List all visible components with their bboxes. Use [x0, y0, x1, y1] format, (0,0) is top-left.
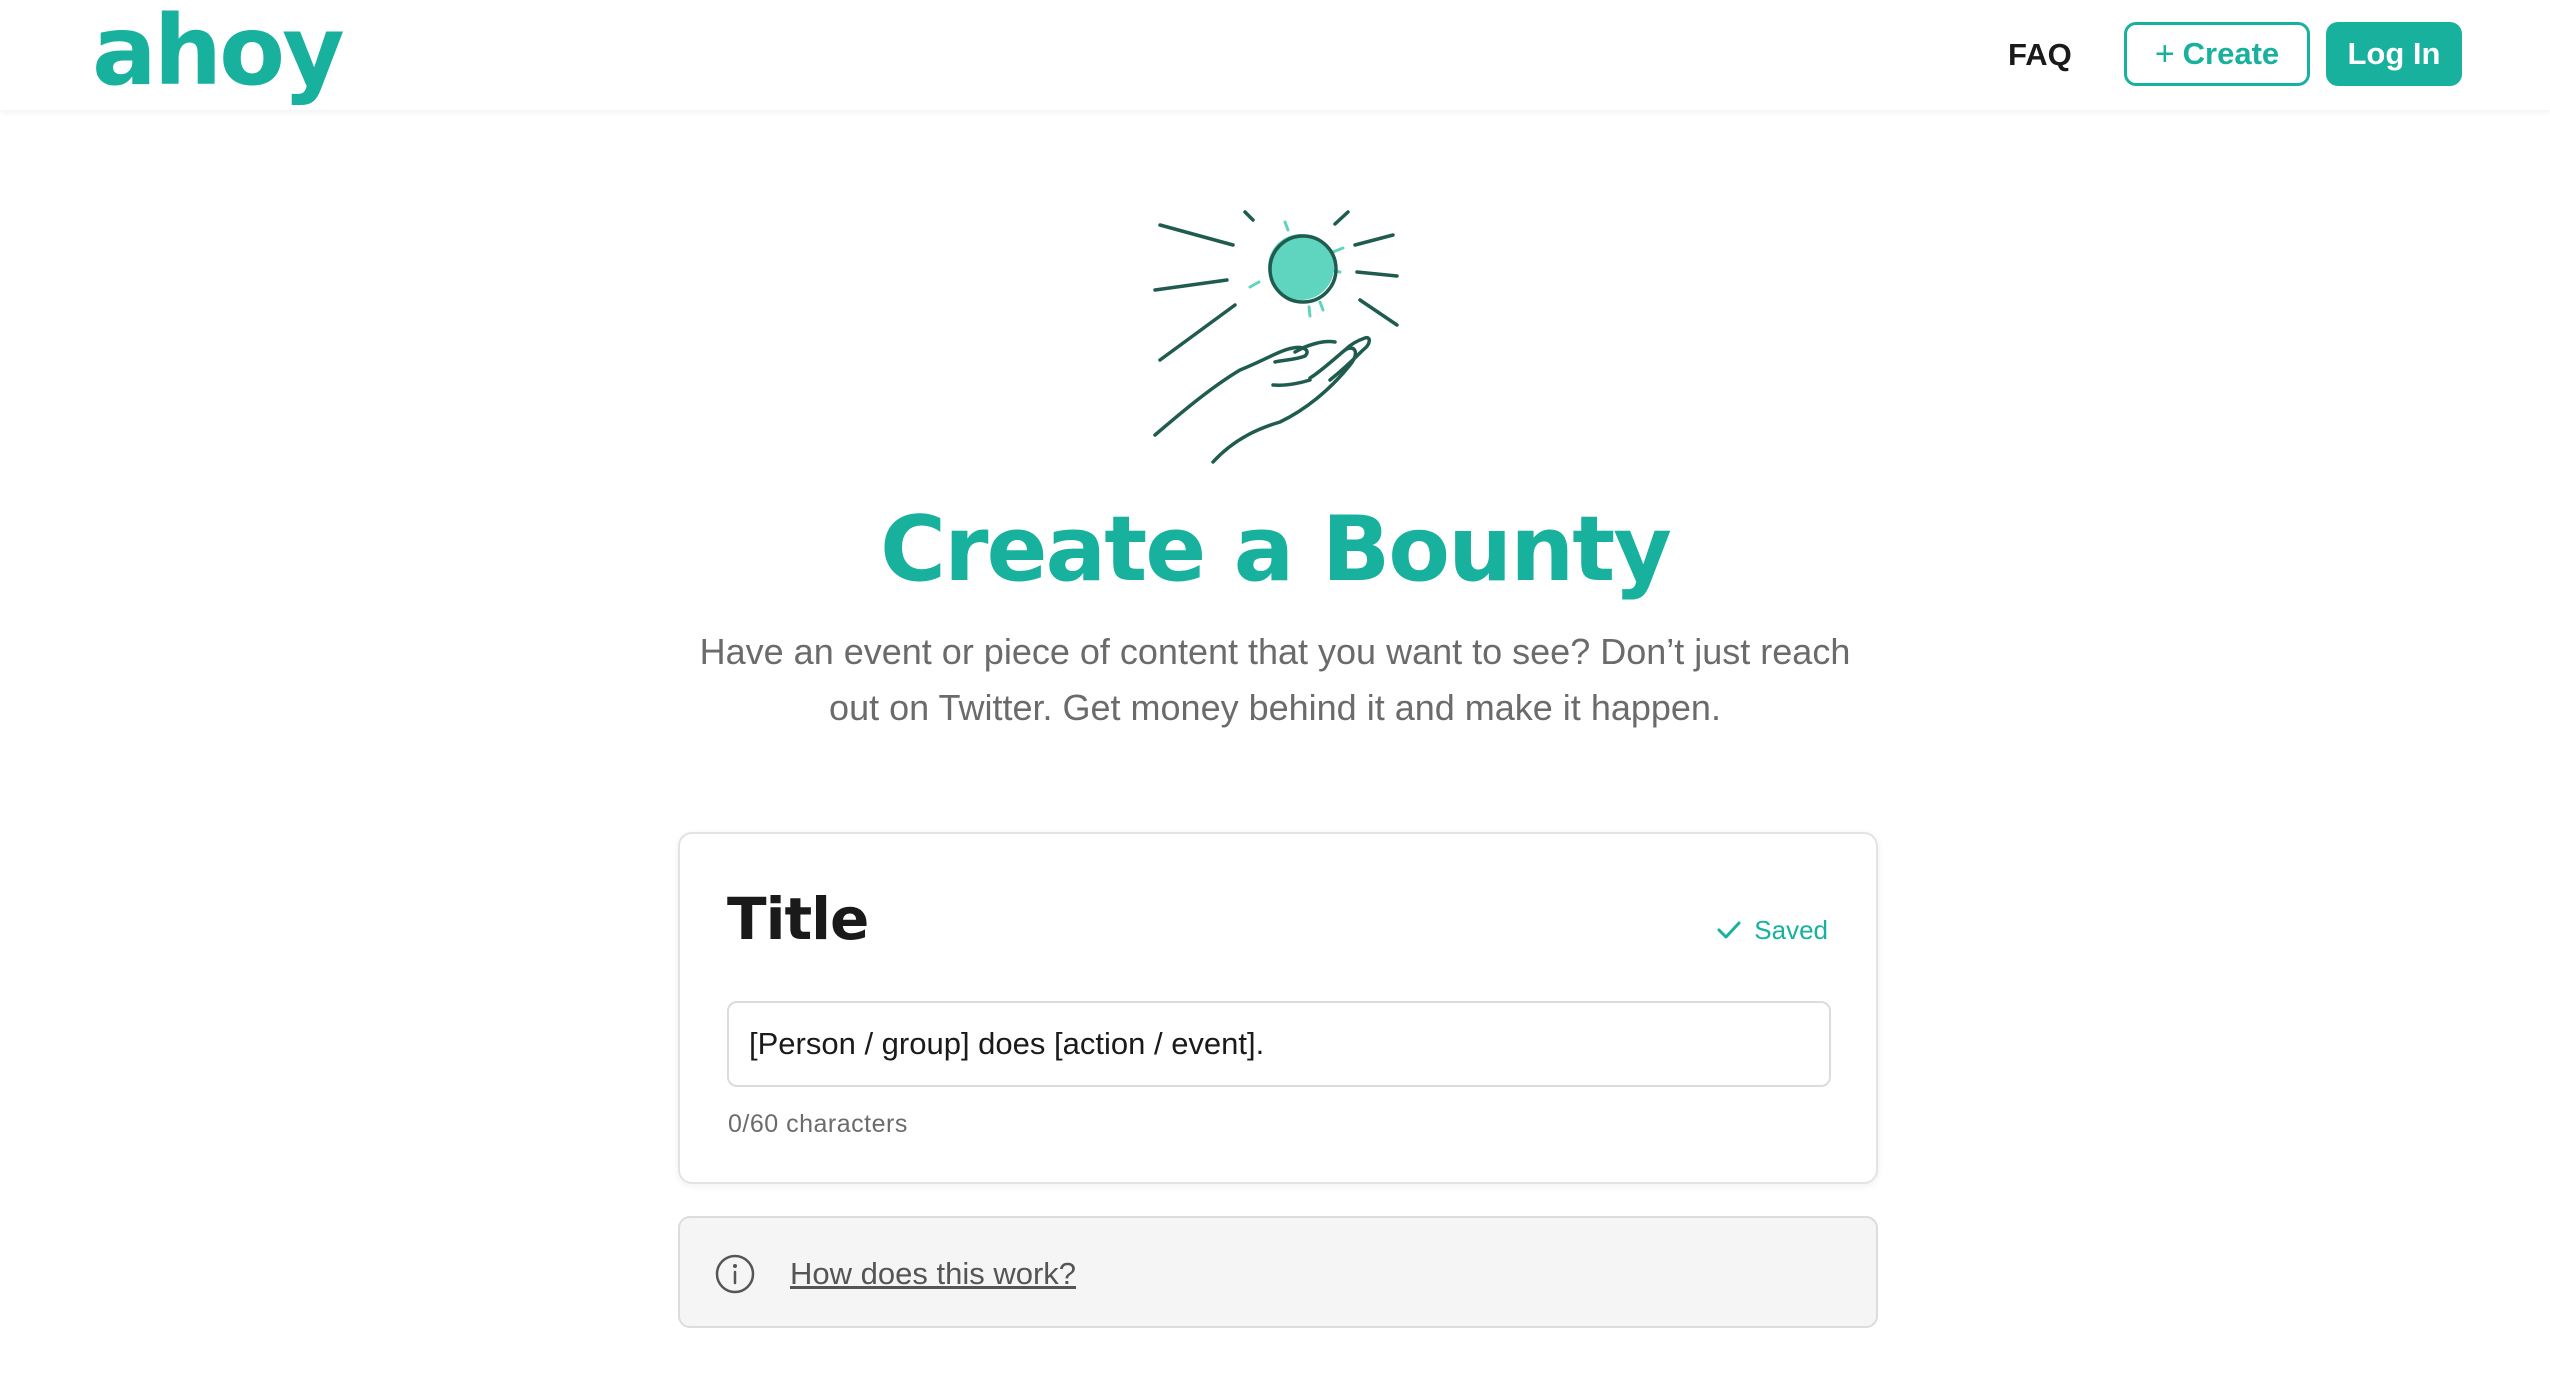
- page-title: Create a Bounty: [880, 497, 1672, 602]
- page-subtitle: Have an event or piece of content that y…: [699, 631, 1851, 728]
- create-button-label: Create: [2182, 36, 2280, 71]
- top-nav-bar: ahoy FAQ + Create Log In: [0, 0, 2550, 110]
- plus-icon: +: [2154, 35, 2175, 73]
- character-count: 0/60 characters: [728, 1110, 908, 1138]
- title-heading: Title: [727, 885, 869, 953]
- hand-holding-coin-illustration: [1153, 210, 1399, 464]
- saved-label: Saved: [1754, 915, 1828, 945]
- create-button[interactable]: + Create: [2124, 22, 2310, 86]
- saved-status: Saved: [1716, 912, 1828, 948]
- check-icon: [1717, 921, 1741, 939]
- log-in-button[interactable]: Log In: [2326, 22, 2462, 86]
- faq-link[interactable]: FAQ: [2008, 33, 2072, 77]
- how-it-works-box: How does this work?: [678, 1216, 1878, 1328]
- title-input[interactable]: [727, 1001, 1831, 1087]
- how-does-this-work-link[interactable]: How does this work?: [790, 1254, 1076, 1294]
- ahoy-logo[interactable]: ahoy: [92, 0, 345, 106]
- title-card: Title Saved 0/60 characters: [678, 832, 1878, 1184]
- info-circle-icon: [715, 1254, 755, 1294]
